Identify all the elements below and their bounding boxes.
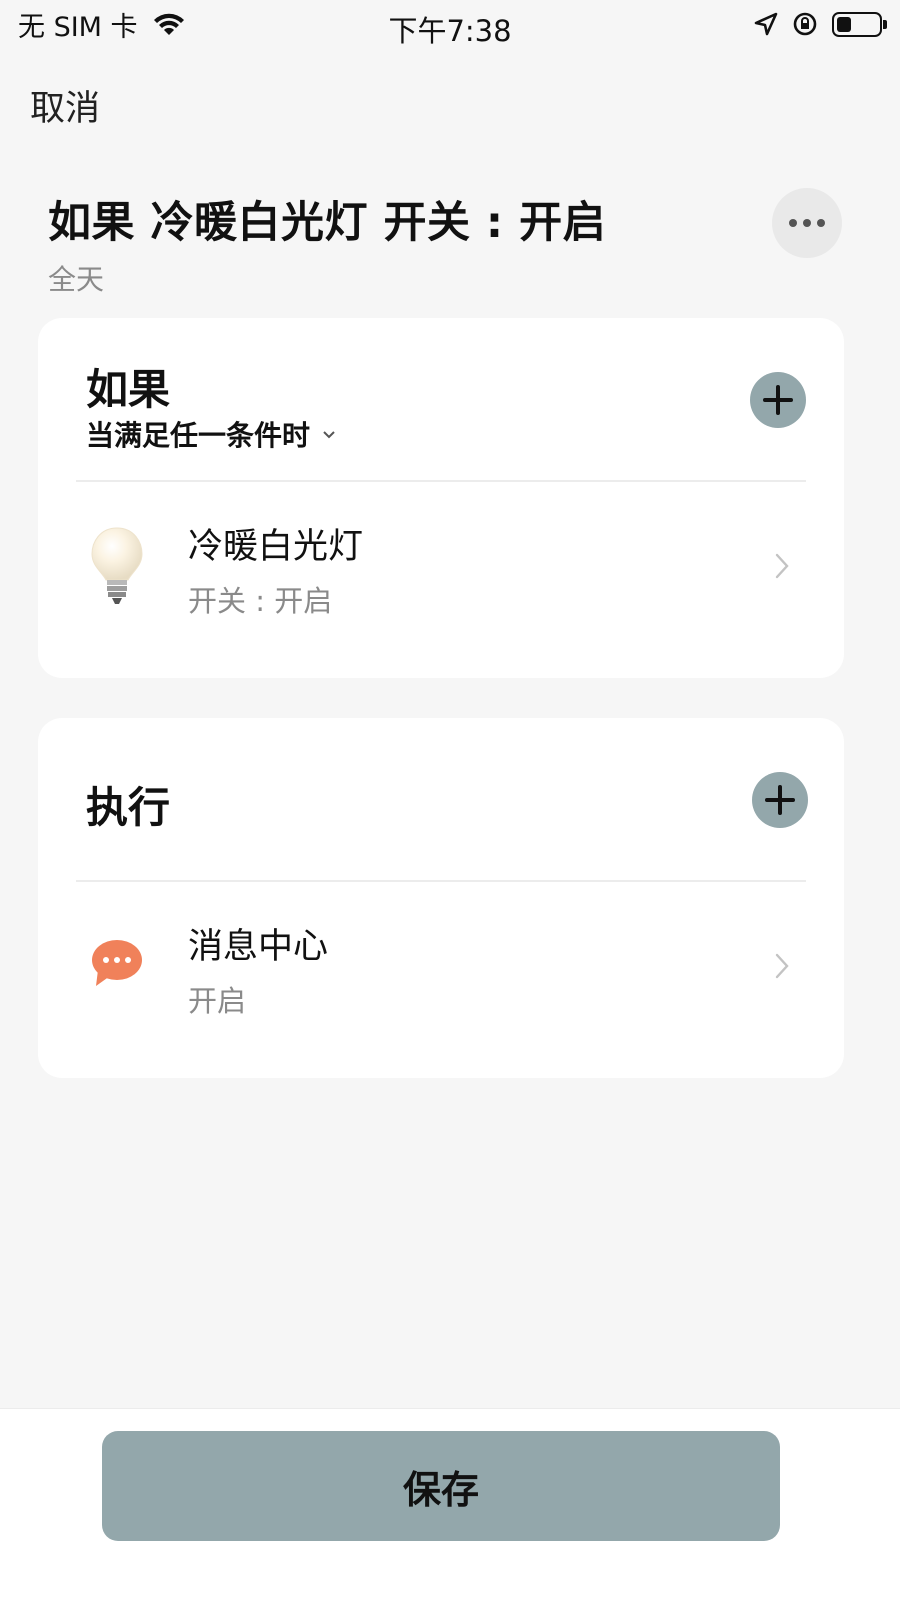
chevron-down-icon xyxy=(323,431,335,439)
condition-item[interactable]: 冷暖白光灯 开关 : 开启 xyxy=(38,482,844,678)
status-bar: 无 SIM 卡 下午7:38 xyxy=(0,0,900,48)
light-bulb-icon xyxy=(84,524,150,610)
action-item[interactable]: 消息中心 开启 xyxy=(38,882,844,1078)
more-dot xyxy=(817,219,825,227)
scene-title: 如果 冷暖白光灯 开关 : 开启 xyxy=(48,198,607,248)
action-state: 开启 xyxy=(188,984,247,1018)
condition-card: 如果 当满足任一条件时 冷暖白光灯 开关: 开启 xyxy=(38,318,844,678)
action-card-title: 执行 xyxy=(86,783,171,832)
plus-icon xyxy=(763,385,793,415)
footer-bar: 保存 xyxy=(0,1408,900,1600)
condition-card-title: 如果 xyxy=(86,365,171,414)
condition-device-name: 冷暖白光灯 xyxy=(188,527,364,567)
cancel-button[interactable]: 取消 xyxy=(30,80,100,131)
add-condition-button[interactable] xyxy=(750,372,806,428)
save-button[interactable]: 保存 xyxy=(102,1431,780,1541)
more-dot xyxy=(789,219,797,227)
save-button-label: 保存 xyxy=(402,1467,479,1512)
chevron-right-icon xyxy=(775,953,789,979)
condition-device-state: 开关 : 开启 xyxy=(188,584,333,618)
scene-time-range: 全天 xyxy=(48,263,105,296)
condition-mode-label: 当满足任一条件时 xyxy=(86,419,311,452)
add-action-button[interactable] xyxy=(752,772,808,828)
chevron-right-icon xyxy=(775,553,789,579)
condition-mode-dropdown[interactable]: 当满足任一条件时 xyxy=(86,414,336,454)
battery-icon xyxy=(832,11,887,37)
clock: 下午7:38 xyxy=(388,14,512,48)
message-bubble-icon xyxy=(84,924,150,1010)
plus-icon xyxy=(765,785,795,815)
action-name: 消息中心 xyxy=(188,927,329,967)
action-card: 执行 消息中心 开启 xyxy=(38,718,844,1078)
more-dot xyxy=(803,219,811,227)
more-options-button[interactable] xyxy=(772,188,842,258)
